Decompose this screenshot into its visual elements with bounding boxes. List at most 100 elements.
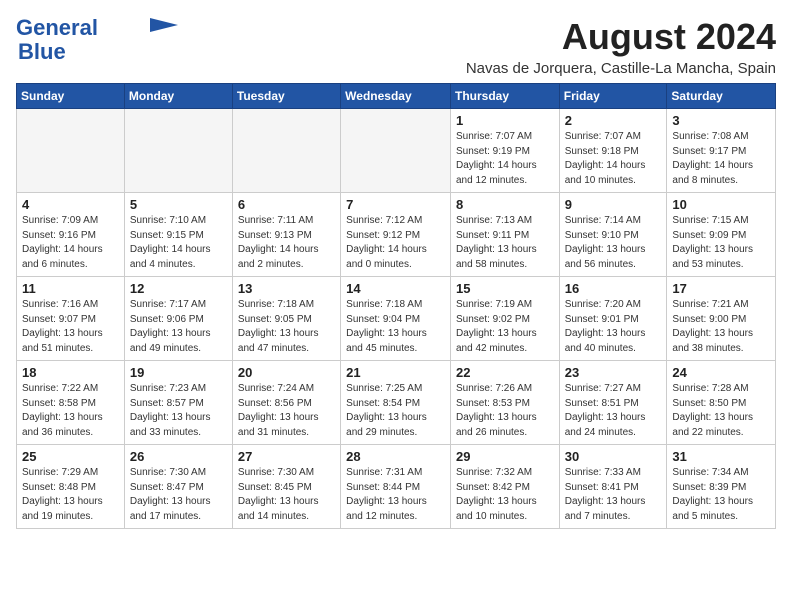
calendar-cell: [124, 109, 232, 193]
day-number: 14: [346, 281, 445, 296]
day-info: Sunrise: 7:09 AM Sunset: 9:16 PM Dayligh…: [22, 214, 119, 272]
day-info: Sunrise: 7:20 AM Sunset: 9:01 PM Dayligh…: [565, 298, 662, 356]
weekday-header-tuesday: Tuesday: [232, 84, 340, 109]
calendar-cell: 25 Sunrise: 7:29 AM Sunset: 8:48 PM Dayli…: [17, 445, 125, 529]
day-number: 18: [22, 365, 119, 380]
calendar-cell: 9 Sunrise: 7:14 AM Sunset: 9:10 PM Daylig…: [559, 193, 667, 277]
day-number: 23: [565, 365, 662, 380]
calendar-cell: 13Sunrise: 7:18 AM Sunset: 9:05 PM Dayli…: [232, 277, 340, 361]
day-number: 24: [672, 365, 770, 380]
calendar-table: SundayMondayTuesdayWednesdayThursdayFrid…: [16, 83, 776, 529]
day-number: 29: [456, 449, 554, 464]
day-info: Sunrise: 7:26 AM Sunset: 8:53 PM Dayligh…: [456, 382, 554, 440]
month-title: August 2024: [466, 16, 776, 58]
calendar-cell: 18 Sunrise: 7:22 AM Sunset: 8:58 PM Dayli…: [17, 361, 125, 445]
weekday-header-wednesday: Wednesday: [341, 84, 451, 109]
calendar-week-3: 11 Sunrise: 7:16 AM Sunset: 9:07 PM Dayli…: [17, 277, 776, 361]
day-info: Sunrise: 7:21 AM Sunset: 9:00 PM Dayligh…: [672, 298, 770, 356]
calendar-cell: 15Sunrise: 7:19 AM Sunset: 9:02 PM Dayli…: [450, 277, 559, 361]
day-info: Sunrise: 7:33 AM Sunset: 8:41 PM Dayligh…: [565, 466, 662, 524]
day-number: 31: [672, 449, 770, 464]
day-info: Sunrise: 7:14 AM Sunset: 9:10 PM Dayligh…: [565, 214, 662, 272]
calendar-cell: 2 Sunrise: 7:07 AM Sunset: 9:18 PM Daylig…: [559, 109, 667, 193]
day-number: 26: [130, 449, 227, 464]
day-number: 10: [672, 197, 770, 212]
calendar-cell: 26 Sunrise: 7:30 AM Sunset: 8:47 PM Dayli…: [124, 445, 232, 529]
calendar-cell: 11 Sunrise: 7:16 AM Sunset: 9:07 PM Dayli…: [17, 277, 125, 361]
calendar-cell: 8 Sunrise: 7:13 AM Sunset: 9:11 PM Daylig…: [450, 193, 559, 277]
day-number: 30: [565, 449, 662, 464]
day-info: Sunrise: 7:22 AM Sunset: 8:58 PM Dayligh…: [22, 382, 119, 440]
logo-blue-text: Blue: [18, 40, 66, 64]
day-info: Sunrise: 7:23 AM Sunset: 8:57 PM Dayligh…: [130, 382, 227, 440]
day-number: 11: [22, 281, 119, 296]
day-info: Sunrise: 7:32 AM Sunset: 8:42 PM Dayligh…: [456, 466, 554, 524]
day-number: 19: [130, 365, 227, 380]
calendar-week-2: 4Sunrise: 7:09 AM Sunset: 9:16 PM Daylig…: [17, 193, 776, 277]
calendar-week-1: 1Sunrise: 7:07 AM Sunset: 9:19 PM Daylig…: [17, 109, 776, 193]
day-number: 20: [238, 365, 335, 380]
day-info: Sunrise: 7:30 AM Sunset: 8:45 PM Dayligh…: [238, 466, 335, 524]
day-number: 5: [130, 197, 227, 212]
calendar-cell: 12Sunrise: 7:17 AM Sunset: 9:06 PM Dayli…: [124, 277, 232, 361]
weekday-header-saturday: Saturday: [667, 84, 776, 109]
calendar-cell: 1Sunrise: 7:07 AM Sunset: 9:19 PM Daylig…: [450, 109, 559, 193]
logo-arrow-icon: [150, 18, 178, 32]
calendar-cell: 29 Sunrise: 7:32 AM Sunset: 8:42 PM Dayli…: [450, 445, 559, 529]
day-number: 8: [456, 197, 554, 212]
calendar-cell: 7Sunrise: 7:12 AM Sunset: 9:12 PM Daylig…: [341, 193, 451, 277]
day-info: Sunrise: 7:07 AM Sunset: 9:18 PM Dayligh…: [565, 130, 662, 188]
calendar-cell: 21Sunrise: 7:25 AM Sunset: 8:54 PM Dayli…: [341, 361, 451, 445]
day-number: 17: [672, 281, 770, 296]
weekday-header-friday: Friday: [559, 84, 667, 109]
day-number: 25: [22, 449, 119, 464]
calendar-week-4: 18 Sunrise: 7:22 AM Sunset: 8:58 PM Dayli…: [17, 361, 776, 445]
calendar-cell: 31Sunrise: 7:34 AM Sunset: 8:39 PM Dayli…: [667, 445, 776, 529]
calendar-cell: 6Sunrise: 7:11 AM Sunset: 9:13 PM Daylig…: [232, 193, 340, 277]
calendar-cell: 16Sunrise: 7:20 AM Sunset: 9:01 PM Dayli…: [559, 277, 667, 361]
day-number: 13: [238, 281, 335, 296]
logo: General Blue: [16, 16, 178, 64]
calendar-cell: 5 Sunrise: 7:10 AM Sunset: 9:15 PM Daylig…: [124, 193, 232, 277]
header: General Blue August 2024 Navas de Jorque…: [16, 16, 776, 77]
day-info: Sunrise: 7:27 AM Sunset: 8:51 PM Dayligh…: [565, 382, 662, 440]
calendar-cell: 3 Sunrise: 7:08 AM Sunset: 9:17 PM Daylig…: [667, 109, 776, 193]
day-number: 28: [346, 449, 445, 464]
title-block: August 2024 Navas de Jorquera, Castille-…: [466, 16, 776, 77]
day-info: Sunrise: 7:24 AM Sunset: 8:56 PM Dayligh…: [238, 382, 335, 440]
calendar-header-row: SundayMondayTuesdayWednesdayThursdayFrid…: [17, 84, 776, 109]
calendar-cell: [232, 109, 340, 193]
day-info: Sunrise: 7:08 AM Sunset: 9:17 PM Dayligh…: [672, 130, 770, 188]
day-info: Sunrise: 7:16 AM Sunset: 9:07 PM Dayligh…: [22, 298, 119, 356]
calendar-cell: 19 Sunrise: 7:23 AM Sunset: 8:57 PM Dayli…: [124, 361, 232, 445]
calendar-week-5: 25 Sunrise: 7:29 AM Sunset: 8:48 PM Dayli…: [17, 445, 776, 529]
day-number: 12: [130, 281, 227, 296]
day-info: Sunrise: 7:15 AM Sunset: 9:09 PM Dayligh…: [672, 214, 770, 272]
day-info: Sunrise: 7:29 AM Sunset: 8:48 PM Dayligh…: [22, 466, 119, 524]
calendar-cell: 23 Sunrise: 7:27 AM Sunset: 8:51 PM Dayli…: [559, 361, 667, 445]
calendar-cell: [17, 109, 125, 193]
day-number: 27: [238, 449, 335, 464]
location-subtitle: Navas de Jorquera, Castille-La Mancha, S…: [466, 60, 776, 77]
calendar-cell: 28 Sunrise: 7:31 AM Sunset: 8:44 PM Dayli…: [341, 445, 451, 529]
calendar-cell: 22Sunrise: 7:26 AM Sunset: 8:53 PM Dayli…: [450, 361, 559, 445]
day-info: Sunrise: 7:13 AM Sunset: 9:11 PM Dayligh…: [456, 214, 554, 272]
day-number: 2: [565, 113, 662, 128]
day-number: 21: [346, 365, 445, 380]
day-number: 3: [672, 113, 770, 128]
calendar-cell: 17 Sunrise: 7:21 AM Sunset: 9:00 PM Dayli…: [667, 277, 776, 361]
day-info: Sunrise: 7:28 AM Sunset: 8:50 PM Dayligh…: [672, 382, 770, 440]
calendar-cell: 30 Sunrise: 7:33 AM Sunset: 8:41 PM Dayli…: [559, 445, 667, 529]
calendar-cell: 27 Sunrise: 7:30 AM Sunset: 8:45 PM Dayli…: [232, 445, 340, 529]
day-info: Sunrise: 7:10 AM Sunset: 9:15 PM Dayligh…: [130, 214, 227, 272]
day-number: 9: [565, 197, 662, 212]
day-info: Sunrise: 7:18 AM Sunset: 9:04 PM Dayligh…: [346, 298, 445, 356]
day-info: Sunrise: 7:19 AM Sunset: 9:02 PM Dayligh…: [456, 298, 554, 356]
calendar-cell: 24 Sunrise: 7:28 AM Sunset: 8:50 PM Dayli…: [667, 361, 776, 445]
calendar-cell: 14 Sunrise: 7:18 AM Sunset: 9:04 PM Dayli…: [341, 277, 451, 361]
calendar-cell: 10 Sunrise: 7:15 AM Sunset: 9:09 PM Dayli…: [667, 193, 776, 277]
day-info: Sunrise: 7:30 AM Sunset: 8:47 PM Dayligh…: [130, 466, 227, 524]
calendar-cell: 20 Sunrise: 7:24 AM Sunset: 8:56 PM Dayli…: [232, 361, 340, 445]
weekday-header-sunday: Sunday: [17, 84, 125, 109]
day-info: Sunrise: 7:31 AM Sunset: 8:44 PM Dayligh…: [346, 466, 445, 524]
